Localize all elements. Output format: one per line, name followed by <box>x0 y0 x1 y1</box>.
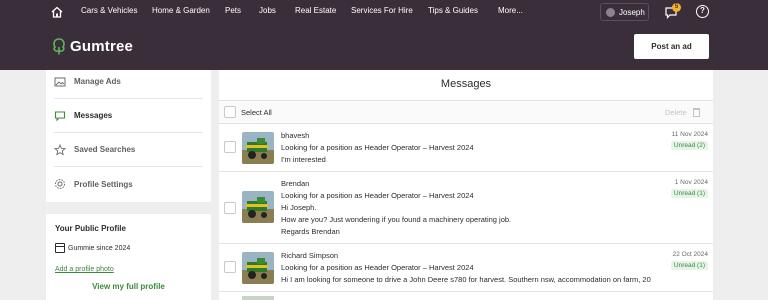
account-sidebar: Manage Ads Messages Saved Searches Profi… <box>46 70 211 202</box>
page-title: Messages <box>440 78 492 90</box>
unread-badge: Unread (1) <box>670 261 708 270</box>
sidebar-item-manage-ads[interactable]: Manage Ads <box>54 65 203 99</box>
user-menu[interactable]: Joseph <box>600 3 649 21</box>
gear-icon <box>54 178 66 190</box>
leaf-logo-icon <box>53 38 65 55</box>
add-profile-photo-link[interactable]: Add a profile photo <box>55 266 114 273</box>
trash-icon[interactable] <box>693 108 700 117</box>
avatar-icon <box>606 7 615 17</box>
post-ad-button[interactable]: Post an ad <box>634 34 709 59</box>
sidebar-item-label: Saved Searches <box>74 145 136 154</box>
message-checkbox[interactable] <box>224 141 236 153</box>
message-sender: Richard Simpson <box>281 251 339 260</box>
ad-thumbnail <box>242 296 274 300</box>
chat-icon <box>54 110 66 122</box>
logo-text: Gumtree <box>70 38 134 55</box>
message-date: 22 Oct 2024 <box>672 251 708 258</box>
nav-link-cars-vehicles[interactable]: Cars & Vehicles <box>81 6 137 15</box>
sidebar-item-profile-settings[interactable]: Profile Settings <box>54 167 203 201</box>
home-icon[interactable] <box>50 5 64 19</box>
message-preview-line: I'm interested <box>281 155 326 164</box>
message-row[interactable]: bhavesh Looking for a position as Header… <box>219 124 713 172</box>
message-row[interactable]: Brendan Looking for a position as Header… <box>219 172 713 244</box>
help-icon[interactable]: ? <box>696 5 709 18</box>
profile-title: Your Public Profile <box>55 224 126 233</box>
message-preview-line: Hi I am looking for someone to drive a J… <box>281 275 651 284</box>
member-since-text: Gummie since 2024 <box>68 244 131 252</box>
message-preview-line: Hi Joseph. <box>281 203 317 212</box>
message-sender: bhavesh <box>281 131 310 140</box>
nav-link-services-for-hire[interactable]: Services For Hire <box>351 6 413 15</box>
select-all-checkbox[interactable] <box>224 106 236 118</box>
message-checkbox[interactable] <box>224 202 236 214</box>
message-subject: Looking for a position as Header Operato… <box>281 143 474 152</box>
view-full-profile-link[interactable]: View my full profile <box>46 282 211 291</box>
nav-link-tips-guides[interactable]: Tips & Guides <box>428 6 478 15</box>
message-date: 1 Nov 2024 <box>674 179 708 186</box>
user-name: Joseph <box>619 7 645 17</box>
top-nav: Cars & Vehicles Home & Garden Pets Jobs … <box>0 0 768 24</box>
sidebar-item-saved-searches[interactable]: Saved Searches <box>54 133 203 167</box>
unread-badge: Unread (1) <box>670 189 708 198</box>
select-all-label[interactable]: Select All <box>241 108 272 117</box>
messages-panel: Messages Select All Delete bhavesh Looki… <box>219 70 713 300</box>
message-subject: Looking for a position as Header Operato… <box>281 191 474 200</box>
sidebar-item-label: Profile Settings <box>74 179 133 189</box>
site-header: Gumtree Post an ad <box>0 24 768 70</box>
ad-thumbnail <box>242 191 274 223</box>
sidebar-item-messages[interactable]: Messages <box>54 99 203 133</box>
message-row[interactable] <box>219 292 713 300</box>
message-subject: Looking for a position as Header Operato… <box>281 263 474 272</box>
message-preview-line: Regards Brendan <box>281 227 340 236</box>
message-sender: Brendan <box>281 179 310 188</box>
notification-badge: 5 <box>672 3 681 12</box>
sidebar-item-label: Messages <box>74 111 113 120</box>
message-date: 11 Nov 2024 <box>671 131 708 138</box>
message-row[interactable]: Richard Simpson Looking for a position a… <box>219 244 713 292</box>
star-icon <box>54 143 66 156</box>
nav-link-pets[interactable]: Pets <box>225 6 241 15</box>
image-icon <box>54 76 66 88</box>
ad-thumbnail <box>242 252 274 284</box>
sidebar-item-label: Manage Ads <box>74 77 121 86</box>
message-preview-line: How are you? Just wondering if you found… <box>281 215 512 224</box>
nav-link-home-garden[interactable]: Home & Garden <box>152 6 210 15</box>
unread-badge: Unread (2) <box>670 141 708 150</box>
calendar-icon <box>55 243 65 253</box>
message-checkbox[interactable] <box>224 261 236 273</box>
gumtree-logo[interactable]: Gumtree <box>52 38 133 55</box>
nav-link-real-estate[interactable]: Real Estate <box>295 6 336 15</box>
nav-link-more[interactable]: More... <box>498 6 523 15</box>
nav-link-jobs[interactable]: Jobs <box>259 6 276 15</box>
messages-toolbar: Select All Delete <box>219 100 713 124</box>
ad-thumbnail <box>242 132 274 164</box>
delete-button[interactable]: Delete <box>665 108 687 117</box>
public-profile-card: Your Public Profile Gummie since 2024 Ad… <box>46 214 211 300</box>
member-since: Gummie since 2024 <box>55 243 130 253</box>
